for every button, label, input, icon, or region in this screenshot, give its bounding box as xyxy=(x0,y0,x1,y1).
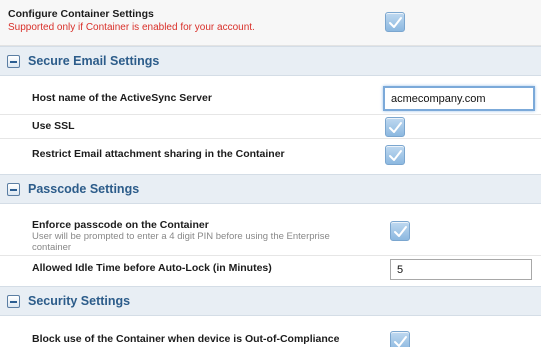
checkmark-icon xyxy=(389,122,402,133)
security-section-title: Security Settings xyxy=(28,294,131,308)
row-divider xyxy=(0,138,541,139)
checkmark-icon xyxy=(389,150,402,161)
secure-email-section-header[interactable]: Secure Email Settings xyxy=(0,46,541,76)
use-ssl-checkbox[interactable] xyxy=(385,117,405,137)
block-out-of-compliance-label: Block use of the Container when device i… xyxy=(32,333,340,345)
row-divider xyxy=(0,255,541,256)
activesync-host-label: Host name of the ActiveSync Server xyxy=(32,92,212,104)
block-out-of-compliance-checkbox[interactable] xyxy=(390,331,410,347)
collapse-icon[interactable] xyxy=(7,295,20,308)
security-section-header[interactable]: Security Settings xyxy=(0,286,541,316)
restrict-attachment-checkbox[interactable] xyxy=(385,145,405,165)
enforce-passcode-note: User will be prompted to enter a 4 digit… xyxy=(32,231,330,253)
checkmark-icon xyxy=(389,17,402,28)
row-divider xyxy=(0,114,541,115)
secure-email-section-title: Secure Email Settings xyxy=(28,54,160,68)
enforce-passcode-label: Enforce passcode on the Container xyxy=(32,219,209,231)
passcode-section-header[interactable]: Passcode Settings xyxy=(0,174,541,204)
activesync-host-input[interactable] xyxy=(383,86,535,111)
idle-time-input[interactable] xyxy=(390,259,532,280)
collapse-icon[interactable] xyxy=(7,55,20,68)
use-ssl-label: Use SSL xyxy=(32,120,75,132)
passcode-section-title: Passcode Settings xyxy=(28,182,140,196)
configure-container-label: Configure Container Settings xyxy=(8,8,154,20)
idle-time-label: Allowed Idle Time before Auto-Lock (in M… xyxy=(32,262,272,274)
checkmark-icon xyxy=(394,226,407,237)
collapse-icon[interactable] xyxy=(7,183,20,196)
checkmark-icon xyxy=(394,336,407,347)
container-support-note: Supported only if Container is enabled f… xyxy=(8,22,255,33)
restrict-attachment-label: Restrict Email attachment sharing in the… xyxy=(32,148,285,160)
enforce-passcode-checkbox[interactable] xyxy=(390,221,410,241)
configure-container-checkbox[interactable] xyxy=(385,12,405,32)
